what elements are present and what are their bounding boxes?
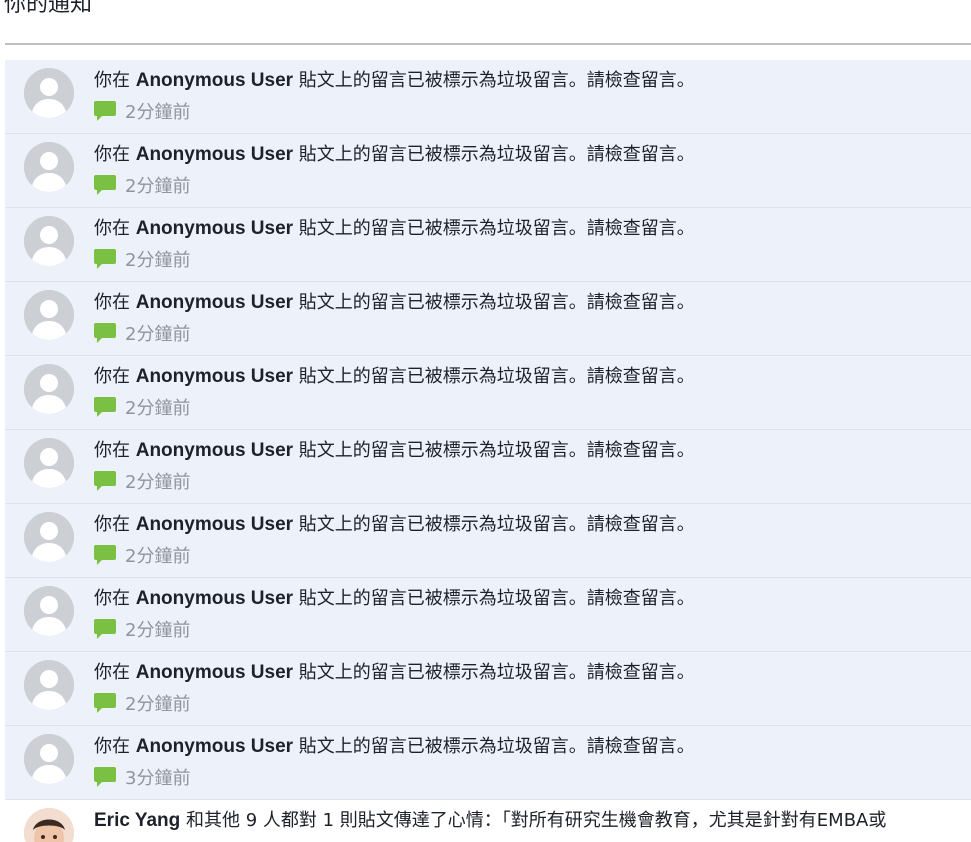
page-title: 你的通知 [4, 0, 93, 17]
notification-prefix: 你在 [94, 144, 130, 165]
notification-suffix: 和其他 9 人都對 1 則貼文傳達了心情：「對所有研究生機會教育，尤其是針對有E… [186, 810, 887, 831]
notification-user: Anonymous User [135, 514, 294, 535]
notification-prefix: 你在 [94, 70, 130, 91]
header-divider [5, 43, 971, 45]
notification-suffix: 貼文上的留言已被標示為垃圾留言。請檢查留言。 [298, 736, 695, 757]
comment-bubble-icon [94, 396, 116, 418]
notification-text: 你在 Anonymous User 貼文上的留言已被標示為垃圾留言。請檢查留言。 [94, 69, 695, 93]
comment-bubble-icon [94, 692, 116, 714]
default-avatar-icon[interactable] [24, 438, 74, 488]
notification-time: 2分鐘前 [125, 694, 191, 715]
default-avatar-icon[interactable] [24, 586, 74, 636]
notification-prefix: 你在 [94, 366, 130, 387]
notification-meta: 2分鐘前 [94, 691, 190, 715]
default-avatar-icon[interactable] [24, 290, 74, 340]
notification-suffix: 貼文上的留言已被標示為垃圾留言。請檢查留言。 [298, 662, 695, 683]
comment-bubble-icon [94, 618, 116, 640]
notification-item[interactable]: 你在 Anonymous User 貼文上的留言已被標示為垃圾留言。請檢查留言。… [5, 356, 971, 430]
comment-bubble-icon [94, 766, 116, 788]
notification-text: 你在 Anonymous User 貼文上的留言已被標示為垃圾留言。請檢查留言。 [94, 439, 695, 463]
notification-meta: 2分鐘前 [94, 617, 190, 641]
notification-text: 你在 Anonymous User 貼文上的留言已被標示為垃圾留言。請檢查留言。 [94, 661, 695, 685]
notification-user: Eric Yang [94, 810, 181, 831]
default-avatar-icon[interactable] [24, 68, 74, 118]
notification-item[interactable]: 你在 Anonymous User 貼文上的留言已被標示為垃圾留言。請檢查留言。… [5, 282, 971, 356]
notification-item[interactable]: 你在 Anonymous User 貼文上的留言已被標示為垃圾留言。請檢查留言。… [5, 430, 971, 504]
notification-prefix: 你在 [94, 736, 130, 757]
notification-time: 2分鐘前 [125, 324, 191, 345]
notification-text: 你在 Anonymous User 貼文上的留言已被標示為垃圾留言。請檢查留言。 [94, 217, 695, 241]
notification-text: 你在 Anonymous User 貼文上的留言已被標示為垃圾留言。請檢查留言。 [94, 143, 695, 167]
comment-bubble-icon [94, 470, 116, 492]
notification-user: Anonymous User [135, 366, 294, 387]
default-avatar-icon[interactable] [24, 216, 74, 266]
notification-user: Anonymous User [135, 292, 294, 313]
notification-time: 2分鐘前 [125, 472, 191, 493]
notification-user: Anonymous User [135, 144, 294, 165]
notification-meta: 2分鐘前 [94, 469, 190, 493]
notification-item[interactable]: 你在 Anonymous User 貼文上的留言已被標示為垃圾留言。請檢查留言。… [5, 578, 971, 652]
notification-suffix: 貼文上的留言已被標示為垃圾留言。請檢查留言。 [298, 514, 695, 535]
notification-user: Anonymous User [135, 218, 294, 239]
default-avatar-icon[interactable] [24, 660, 74, 710]
notification-meta: 2分鐘前 [94, 543, 190, 567]
notification-meta: 2分鐘前 [94, 247, 190, 271]
default-avatar-icon[interactable] [24, 364, 74, 414]
notification-suffix: 貼文上的留言已被標示為垃圾留言。請檢查留言。 [298, 440, 695, 461]
comment-bubble-icon [94, 544, 116, 566]
notification-prefix: 你在 [94, 440, 130, 461]
notification-suffix: 貼文上的留言已被標示為垃圾留言。請檢查留言。 [298, 218, 695, 239]
notification-suffix: 貼文上的留言已被標示為垃圾留言。請檢查留言。 [298, 588, 695, 609]
notification-meta: 3分鐘前 [94, 765, 190, 789]
notifications-page: 你的通知 你在 Anonymous User 貼文上的留言已被標示為垃圾留言。請… [0, 0, 971, 842]
notification-text: 你在 Anonymous User 貼文上的留言已被標示為垃圾留言。請檢查留言。 [94, 587, 695, 611]
notification-time: 2分鐘前 [125, 546, 191, 567]
comment-bubble-icon [94, 248, 116, 270]
notification-item[interactable]: 你在 Anonymous User 貼文上的留言已被標示為垃圾留言。請檢查留言。… [5, 652, 971, 726]
notification-meta: 2分鐘前 [94, 395, 190, 419]
notification-suffix: 貼文上的留言已被標示為垃圾留言。請檢查留言。 [298, 366, 695, 387]
notification-prefix: 你在 [94, 514, 130, 535]
notification-meta: 2分鐘前 [94, 321, 190, 345]
notification-text: 你在 Anonymous User 貼文上的留言已被標示為垃圾留言。請檢查留言。 [94, 513, 695, 537]
notification-time: 2分鐘前 [125, 102, 191, 123]
notification-item[interactable]: 你在 Anonymous User 貼文上的留言已被標示為垃圾留言。請檢查留言。… [5, 504, 971, 578]
notification-prefix: 你在 [94, 292, 130, 313]
notification-text: 你在 Anonymous User 貼文上的留言已被標示為垃圾留言。請檢查留言。 [94, 291, 695, 315]
notification-time: 3分鐘前 [125, 768, 191, 789]
notification-text: 你在 Anonymous User 貼文上的留言已被標示為垃圾留言。請檢查留言。 [94, 365, 695, 389]
notification-text: 你在 Anonymous User 貼文上的留言已被標示為垃圾留言。請檢查留言。 [94, 735, 695, 759]
notification-item[interactable]: 你在 Anonymous User 貼文上的留言已被標示為垃圾留言。請檢查留言。… [5, 60, 971, 134]
notification-item[interactable]: 你在 Anonymous User 貼文上的留言已被標示為垃圾留言。請檢查留言。… [5, 208, 971, 282]
notification-item[interactable]: Eric Yang 和其他 9 人都對 1 則貼文傳達了心情：「對所有研究生機會… [5, 800, 971, 842]
notification-user: Anonymous User [135, 736, 294, 757]
notification-meta: 2分鐘前 [94, 99, 190, 123]
notification-prefix: 你在 [94, 218, 130, 239]
user-avatar[interactable] [24, 808, 74, 842]
default-avatar-icon[interactable] [24, 734, 74, 784]
notification-prefix: 你在 [94, 662, 130, 683]
notification-item[interactable]: 你在 Anonymous User 貼文上的留言已被標示為垃圾留言。請檢查留言。… [5, 134, 971, 208]
notification-time: 2分鐘前 [125, 250, 191, 271]
notification-time: 2分鐘前 [125, 620, 191, 641]
notification-suffix: 貼文上的留言已被標示為垃圾留言。請檢查留言。 [298, 144, 695, 165]
notification-user: Anonymous User [135, 662, 294, 683]
notification-user: Anonymous User [135, 588, 294, 609]
notification-user: Anonymous User [135, 70, 294, 91]
notification-text: Eric Yang 和其他 9 人都對 1 則貼文傳達了心情：「對所有研究生機會… [94, 809, 886, 833]
comment-bubble-icon [94, 100, 116, 122]
comment-bubble-icon [94, 174, 116, 196]
notification-suffix: 貼文上的留言已被標示為垃圾留言。請檢查留言。 [298, 70, 695, 91]
default-avatar-icon[interactable] [24, 142, 74, 192]
notification-meta: 2分鐘前 [94, 173, 190, 197]
notification-list: 你在 Anonymous User 貼文上的留言已被標示為垃圾留言。請檢查留言。… [5, 60, 971, 842]
comment-bubble-icon [94, 322, 116, 344]
notification-time: 2分鐘前 [125, 398, 191, 419]
notification-time: 2分鐘前 [125, 176, 191, 197]
notification-suffix: 貼文上的留言已被標示為垃圾留言。請檢查留言。 [298, 292, 695, 313]
default-avatar-icon[interactable] [24, 512, 74, 562]
notification-prefix: 你在 [94, 588, 130, 609]
notification-item[interactable]: 你在 Anonymous User 貼文上的留言已被標示為垃圾留言。請檢查留言。… [5, 726, 971, 800]
notification-user: Anonymous User [135, 440, 294, 461]
